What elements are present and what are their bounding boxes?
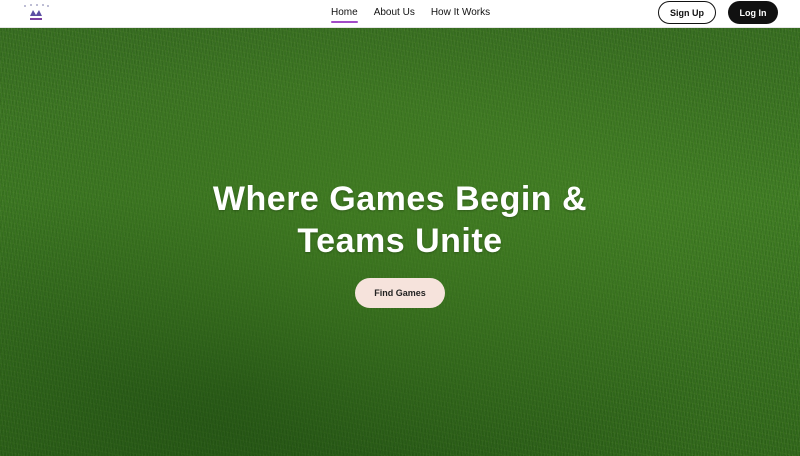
- log-in-button[interactable]: Log In: [728, 1, 778, 24]
- nav-home[interactable]: Home: [331, 7, 358, 23]
- sports-logo-icon: [24, 4, 49, 20]
- hero-title-line-1: Where Games Begin &: [212, 180, 588, 218]
- hero-title-line-2: Teams Unite: [297, 222, 503, 260]
- nav-about-us[interactable]: About Us: [374, 7, 415, 19]
- main-nav: Home About Us How It Works: [331, 7, 490, 23]
- hero-title: Where Games Begin & Teams Unite: [150, 178, 650, 262]
- top-navbar: Home About Us How It Works Sign Up Log I…: [0, 0, 800, 28]
- nav-how-it-works[interactable]: How It Works: [431, 7, 490, 19]
- sign-up-button[interactable]: Sign Up: [658, 1, 716, 24]
- hero-section: Where Games Begin & Teams Unite Find Gam…: [0, 28, 800, 456]
- find-games-button[interactable]: Find Games: [355, 278, 445, 308]
- logo[interactable]: [22, 2, 50, 24]
- page: Home About Us How It Works Sign Up Log I…: [0, 0, 800, 456]
